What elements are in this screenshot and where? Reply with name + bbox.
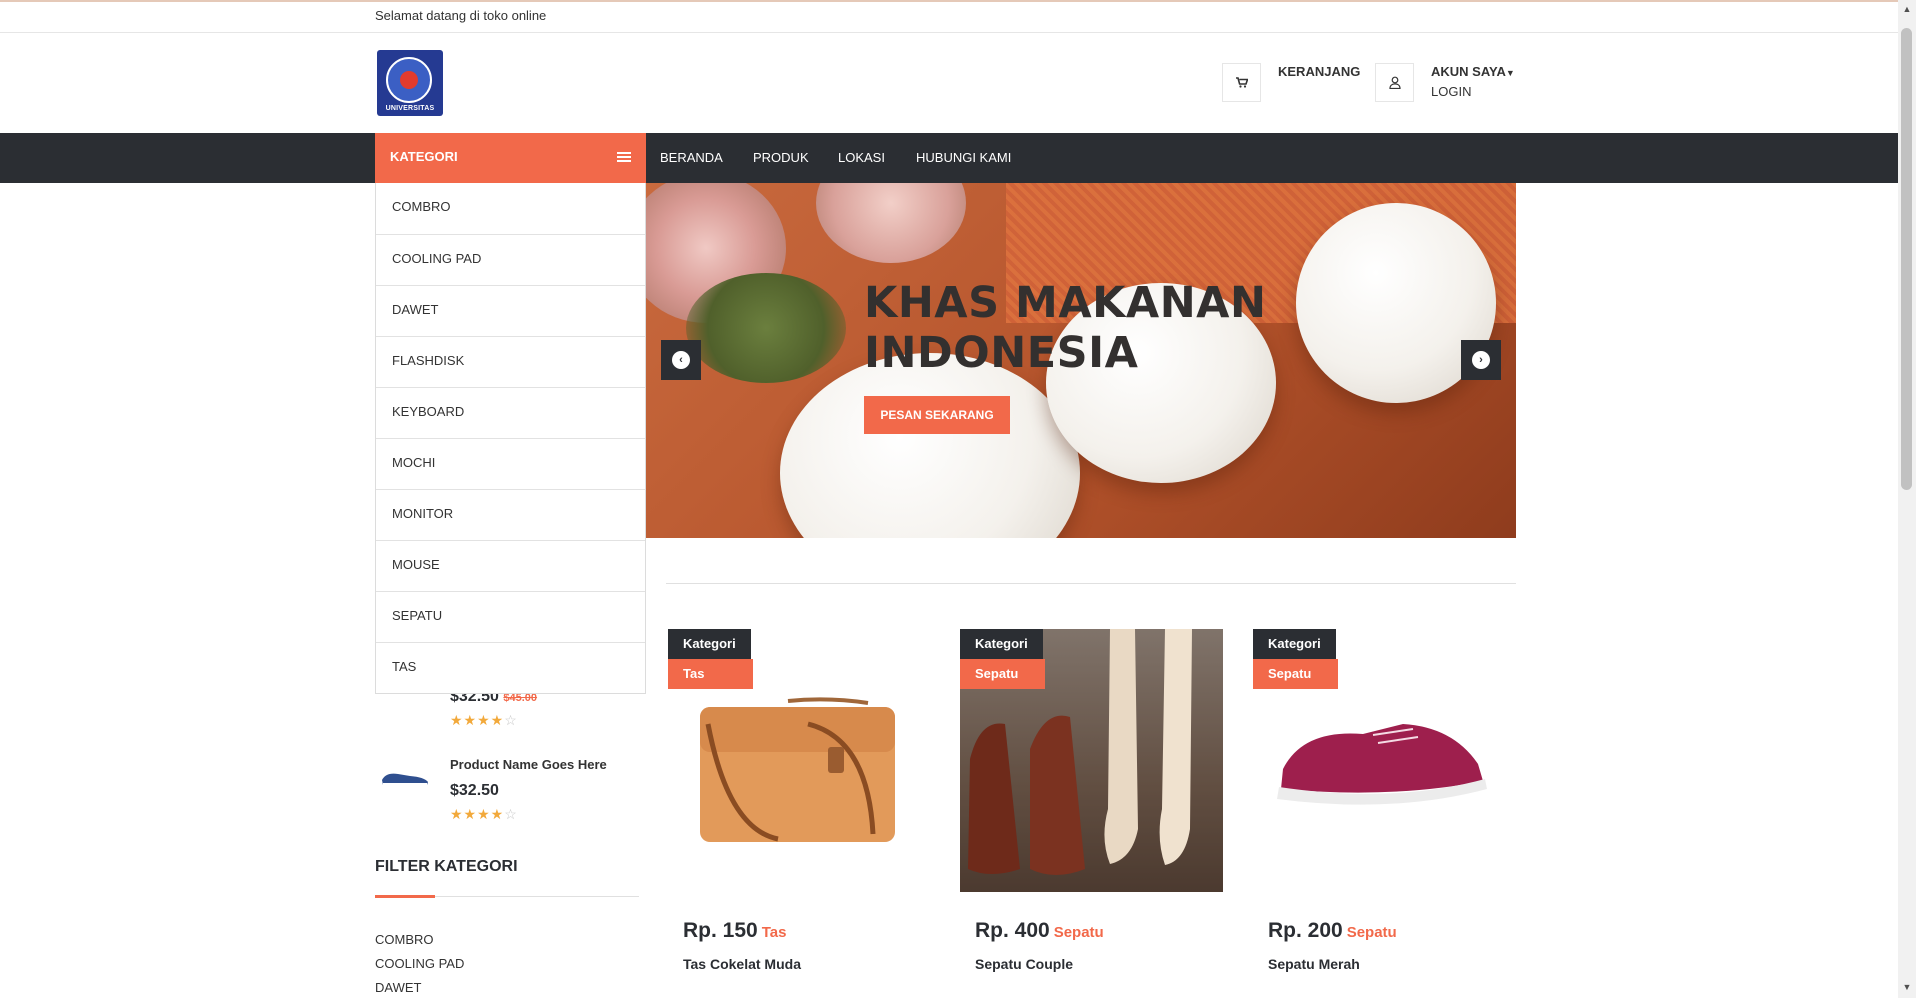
scroll-down-icon[interactable]: ▼ bbox=[1901, 982, 1913, 994]
category-item[interactable]: TAS bbox=[376, 642, 645, 693]
product-name[interactable]: Tas Cokelat Muda bbox=[683, 956, 801, 972]
product-name[interactable]: Sepatu Merah bbox=[1268, 956, 1360, 972]
price-line: Rp. 200 Sepatu bbox=[1268, 919, 1397, 943]
category-badge: Kategori bbox=[960, 629, 1043, 659]
cart-label[interactable]: KERANJANG bbox=[1278, 64, 1360, 79]
menu-bars-icon bbox=[617, 152, 631, 164]
chevron-left-icon: ‹ bbox=[672, 351, 690, 369]
category-item[interactable]: MOUSE bbox=[376, 540, 645, 591]
slider-prev-button[interactable]: ‹ bbox=[661, 340, 701, 380]
logo-text: UNIVERSITAS bbox=[385, 105, 435, 112]
category-item[interactable]: FLASHDISK bbox=[376, 336, 645, 387]
filter-underline-accent bbox=[375, 895, 435, 898]
product-price: Rp. 200 bbox=[1268, 919, 1343, 942]
product-price: Rp. 150 bbox=[683, 919, 758, 942]
category-item[interactable]: DAWET bbox=[376, 285, 645, 336]
scroll-up-icon[interactable]: ▲ bbox=[1901, 4, 1913, 16]
category-item[interactable]: SEPATU bbox=[376, 591, 645, 642]
account-dropdown[interactable]: AKUN SAYA▼ bbox=[1431, 64, 1515, 79]
top-bar: Selamat datang di toko online bbox=[0, 0, 1898, 33]
sidebar-product-price: $32.50 bbox=[450, 782, 499, 799]
chevron-right-icon: › bbox=[1472, 351, 1490, 369]
nav-lokasi[interactable]: LOKASI bbox=[838, 150, 885, 165]
product-category-label: Tas bbox=[761, 924, 787, 941]
slider-title: KHAS MAKANAN INDONESIA bbox=[864, 278, 1266, 378]
sidebar-product-name[interactable]: Product Name Goes Here bbox=[450, 757, 607, 772]
category-item[interactable]: MONITOR bbox=[376, 489, 645, 540]
price-line: Rp. 150 Tas bbox=[683, 919, 786, 943]
rating-stars: ★★★★☆ bbox=[450, 712, 518, 728]
category-badge: Kategori bbox=[1253, 629, 1336, 659]
filter-item[interactable]: COOLING PAD bbox=[375, 956, 464, 971]
kategori-label: KATEGORI bbox=[390, 149, 458, 164]
category-item[interactable]: KEYBOARD bbox=[376, 387, 645, 438]
category-item[interactable]: COOLING PAD bbox=[376, 234, 645, 285]
cart-icon bbox=[1235, 77, 1248, 88]
scrollbar-thumb[interactable] bbox=[1901, 28, 1912, 490]
cart-button[interactable] bbox=[1222, 63, 1261, 102]
account-button[interactable] bbox=[1375, 63, 1414, 102]
rating-stars: ★★★★☆ bbox=[450, 806, 518, 822]
shoe-thumbnail[interactable] bbox=[380, 768, 430, 786]
user-icon bbox=[1388, 76, 1401, 89]
filter-item[interactable]: COMBRO bbox=[375, 932, 434, 947]
leaves-decoration bbox=[686, 273, 846, 383]
category-tag[interactable]: Tas bbox=[668, 659, 753, 689]
logo-emblem bbox=[386, 57, 432, 103]
category-tag[interactable]: Sepatu bbox=[960, 659, 1045, 689]
category-item[interactable]: MOCHI bbox=[376, 438, 645, 489]
kategori-menu-button[interactable]: KATEGORI bbox=[375, 133, 646, 183]
nav-hubungi-kami[interactable]: HUBUNGI KAMI bbox=[916, 150, 1011, 165]
caret-down-icon: ▼ bbox=[1505, 68, 1515, 78]
order-now-button[interactable]: PESAN SEKARANG bbox=[864, 396, 1010, 434]
product-name[interactable]: Sepatu Couple bbox=[975, 956, 1073, 972]
slider-next-button[interactable]: › bbox=[1461, 340, 1501, 380]
category-item[interactable]: COMBRO bbox=[376, 183, 645, 234]
product-category-label: Sepatu bbox=[1053, 924, 1104, 941]
product-category-label: Sepatu bbox=[1346, 924, 1397, 941]
category-dropdown: COMBRO COOLING PAD DAWET FLASHDISK KEYBO… bbox=[375, 183, 646, 694]
section-divider bbox=[666, 583, 1516, 584]
slider-title-line1: KHAS MAKANAN bbox=[864, 278, 1267, 328]
login-link[interactable]: LOGIN bbox=[1431, 84, 1471, 99]
category-badge: Kategori bbox=[668, 629, 751, 659]
category-tag[interactable]: Sepatu bbox=[1253, 659, 1338, 689]
slider-title-line2: INDONESIA bbox=[864, 328, 1139, 378]
price-line: Rp. 400 Sepatu bbox=[975, 919, 1104, 943]
account-label: AKUN SAYA bbox=[1431, 64, 1506, 79]
product-price: Rp. 400 bbox=[975, 919, 1050, 942]
filter-item[interactable]: DAWET bbox=[375, 980, 421, 995]
site-logo[interactable]: UNIVERSITAS bbox=[377, 50, 443, 116]
filter-title: FILTER KATEGORI bbox=[375, 858, 518, 875]
nav-beranda[interactable]: BERANDA bbox=[660, 150, 723, 165]
welcome-text: Selamat datang di toko online bbox=[375, 8, 547, 23]
nav-produk[interactable]: PRODUK bbox=[753, 150, 809, 165]
